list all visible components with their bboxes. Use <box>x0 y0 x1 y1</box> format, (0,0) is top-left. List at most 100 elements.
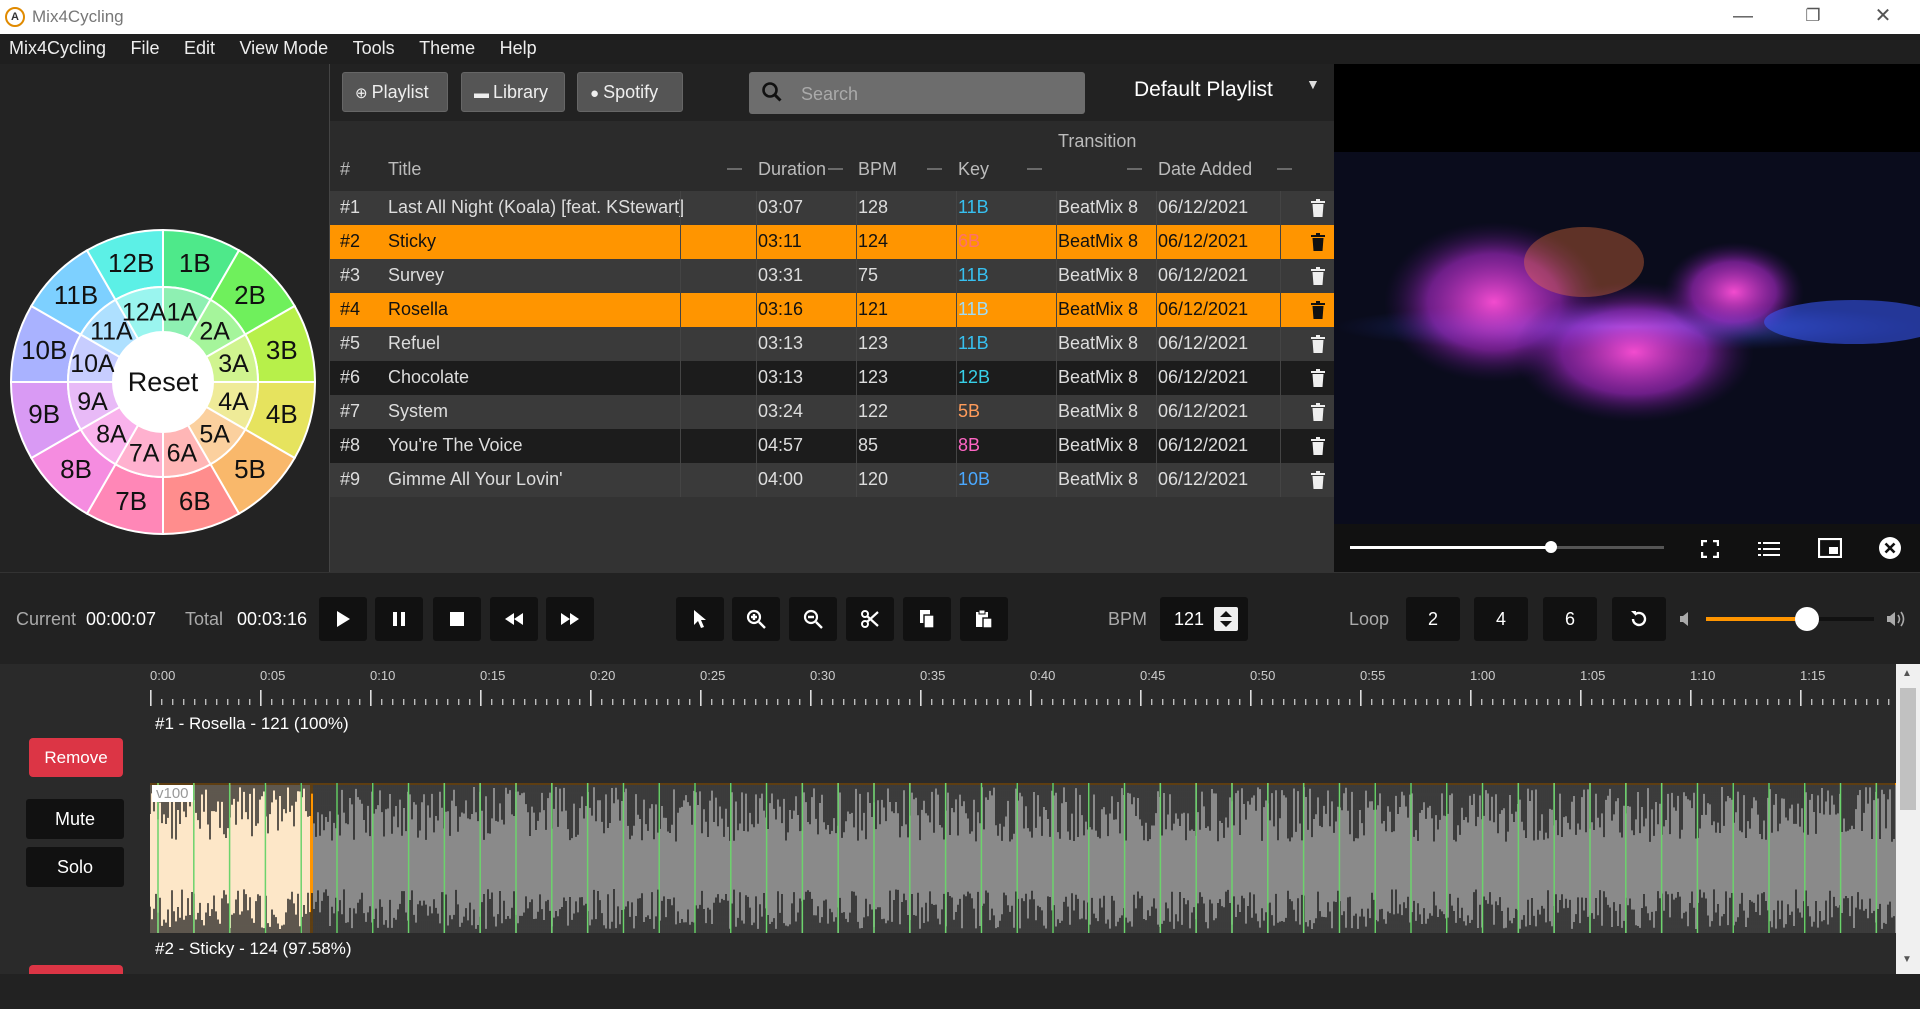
col-header-title[interactable]: Title <box>388 159 421 180</box>
zoom-out-button[interactable] <box>789 597 837 641</box>
stop-button[interactable] <box>433 597 481 641</box>
volume-high-icon[interactable] <box>1886 610 1908 628</box>
wheel-label-3B[interactable]: 3B <box>266 335 298 365</box>
playlist-button[interactable]: ⊕ Playlist <box>342 72 448 112</box>
table-row[interactable]: #1 Last All Night (Koala) [feat. KStewart… <box>330 191 1334 225</box>
menu-tools[interactable]: Tools <box>353 34 395 59</box>
reset-loop-button[interactable] <box>1612 597 1666 641</box>
camelot-wheel[interactable]: 1B 2B3B 4B5B 6B 7B 8B9B 10B 11B 12B 1A2A 3A 4A 5A6A… <box>10 229 316 535</box>
playlist-select[interactable]: Default Playlist ▼ <box>1134 76 1320 102</box>
loop-6-button[interactable]: 6 <box>1543 597 1597 641</box>
wheel-label-4B[interactable]: 4B <box>266 399 298 429</box>
menu-edit[interactable]: Edit <box>184 34 215 59</box>
col-header-bpm[interactable]: BPM <box>858 159 897 180</box>
maximize-button[interactable]: ❐ <box>1778 0 1848 34</box>
wheel-label-9A[interactable]: 9A <box>77 388 108 416</box>
scroll-thumb[interactable] <box>1900 688 1916 810</box>
wheel-label-11B[interactable]: 11B <box>54 280 98 310</box>
volume-low-icon[interactable] <box>1679 611 1693 627</box>
wheel-label-5A[interactable]: 5A <box>199 421 230 449</box>
wheel-label-6A[interactable]: 6A <box>167 440 198 468</box>
stepper-arrows-icon[interactable] <box>1214 607 1238 631</box>
wheel-label-6B[interactable]: 6B <box>179 486 211 516</box>
col-header-num[interactable]: # <box>340 159 350 180</box>
close-button[interactable]: ✕ <box>1848 0 1918 34</box>
menu-theme[interactable]: Theme <box>419 34 475 59</box>
play-button[interactable] <box>319 597 367 641</box>
fast-forward-button[interactable] <box>546 597 594 641</box>
sort-bpm-icon[interactable]: — <box>927 160 942 177</box>
wheel-label-12B[interactable]: 12B <box>108 248 154 278</box>
table-row[interactable]: #4 Rosella 03:16 121 11B BeatMix 8 06/12/2021 <box>330 293 1334 327</box>
solo-button[interactable]: Solo <box>26 847 124 887</box>
sort-date-icon[interactable]: — <box>1277 160 1292 177</box>
wheel-label-7A[interactable]: 7A <box>129 440 160 468</box>
menu-help[interactable]: Help <box>500 34 537 59</box>
search-input[interactable] <box>799 78 1073 110</box>
paste-button[interactable] <box>960 597 1008 641</box>
list-icon[interactable] <box>1758 540 1780 558</box>
wheel-reset-label[interactable]: Reset <box>128 367 199 397</box>
next-remove-button[interactable] <box>29 965 123 974</box>
sort-duration-icon[interactable]: — <box>828 160 843 177</box>
time-ruler[interactable]: 0:00 0:05 0:10 0:15 0:20 0:25 0:30 0:35 0:40 0:45… <box>150 664 1896 712</box>
wheel-label-10A[interactable]: 10A <box>70 350 115 378</box>
table-row[interactable]: #5 Refuel 03:13 123 11B BeatMix 8 06/12/2021 <box>330 327 1334 361</box>
minimize-button[interactable]: — <box>1708 0 1778 34</box>
wheel-label-10B[interactable]: 10B <box>21 335 67 365</box>
wheel-label-3A[interactable]: 3A <box>218 350 249 378</box>
menu-file[interactable]: File <box>130 34 159 59</box>
col-header-key[interactable]: Key <box>958 159 989 180</box>
remove-track-button[interactable]: Remove <box>29 738 123 777</box>
video-seek-handle[interactable] <box>1544 541 1557 553</box>
waveform-track-1[interactable]: v100 <box>150 783 1896 933</box>
mute-button[interactable]: Mute <box>26 799 124 839</box>
fullscreen-icon[interactable] <box>1701 540 1719 558</box>
wheel-label-1B[interactable]: 1B <box>179 248 211 278</box>
spotify-button[interactable]: ● Spotify <box>577 72 683 112</box>
col-header-date[interactable]: Date Added <box>1158 159 1252 180</box>
table-row[interactable]: #6 Chocolate 03:13 123 12B BeatMix 8 06/12/202… <box>330 361 1334 395</box>
table-row[interactable]: #9 Gimme All Your Lovin' 04:00 120 10B BeatMi… <box>330 463 1334 497</box>
wheel-label-4A[interactable]: 4A <box>218 388 249 416</box>
bpm-stepper[interactable]: 121 <box>1160 597 1248 641</box>
wheel-label-9B[interactable]: 9B <box>28 399 60 429</box>
col-header-transition[interactable]: Transition <box>1058 131 1136 152</box>
loop-2-button[interactable]: 2 <box>1406 597 1460 641</box>
col-header-duration[interactable]: Duration <box>758 159 826 180</box>
trash-icon[interactable] <box>1311 199 1325 217</box>
trash-icon[interactable] <box>1311 267 1325 285</box>
volume-handle[interactable] <box>1794 607 1819 631</box>
loop-4-button[interactable]: 4 <box>1474 597 1528 641</box>
menu-view-mode[interactable]: View Mode <box>239 34 328 59</box>
copy-button[interactable] <box>903 597 951 641</box>
search-box[interactable] <box>749 72 1085 114</box>
table-row[interactable]: #3 Survey 03:31 75 11B BeatMix 8 06/12/2021 <box>330 259 1334 293</box>
table-row[interactable]: #2 Sticky 03:11 124 6B BeatMix 8 06/12/2021 <box>330 225 1334 259</box>
sort-key-icon[interactable]: — <box>1027 160 1042 177</box>
trash-icon[interactable] <box>1311 437 1325 455</box>
timeline-scrollbar[interactable]: ▲ ▼ <box>1896 664 1920 974</box>
zoom-in-button[interactable] <box>732 597 780 641</box>
menu-mix4cycling[interactable]: Mix4Cycling <box>9 34 106 59</box>
wheel-label-8B[interactable]: 8B <box>60 454 92 484</box>
table-row[interactable]: #8 You're The Voice 04:57 85 8B BeatMix 8 06/1… <box>330 429 1334 463</box>
scroll-down-icon[interactable]: ▼ <box>1902 954 1912 965</box>
trash-icon[interactable] <box>1311 301 1325 319</box>
trash-icon[interactable] <box>1311 471 1325 489</box>
sort-title-icon[interactable]: — <box>727 160 742 177</box>
scroll-up-icon[interactable]: ▲ <box>1902 668 1912 679</box>
sort-transition-icon[interactable]: — <box>1127 160 1142 177</box>
select-tool-button[interactable] <box>676 597 724 641</box>
cut-button[interactable] <box>846 597 894 641</box>
trash-icon[interactable] <box>1311 403 1325 421</box>
wheel-label-7B[interactable]: 7B <box>115 486 147 516</box>
volume-tag[interactable]: v100 <box>152 785 193 802</box>
wheel-label-8A[interactable]: 8A <box>96 421 127 449</box>
trash-icon[interactable] <box>1311 335 1325 353</box>
video-frame[interactable] <box>1334 152 1920 524</box>
table-row[interactable]: #7 System 03:24 122 5B BeatMix 8 06/12/2021 <box>330 395 1334 429</box>
pause-button[interactable] <box>375 597 423 641</box>
bpm-value[interactable]: 121 <box>1174 609 1204 630</box>
wheel-label-12A[interactable]: 12A <box>122 298 167 326</box>
